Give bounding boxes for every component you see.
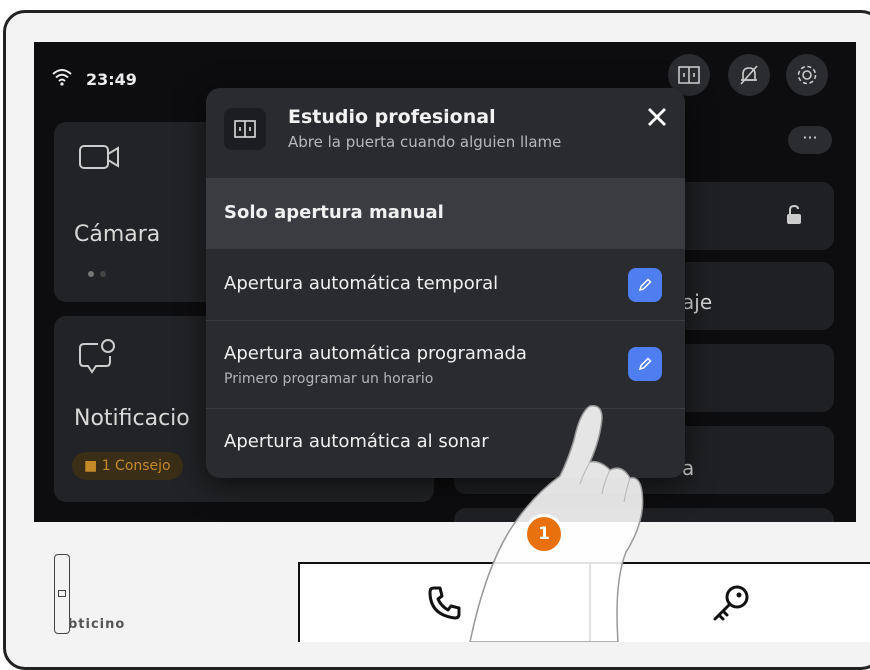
brand-logo: bticino <box>68 617 126 632</box>
step-number-badge: 1 <box>527 517 561 551</box>
sensor-indicator <box>58 590 66 597</box>
option-label: Apertura automática temporal <box>224 273 499 294</box>
edit-scheduled-button[interactable] <box>628 347 662 381</box>
pencil-icon <box>638 357 652 371</box>
right-card-2-label: aje <box>682 290 713 314</box>
option-scheduled[interactable]: Apertura automática programada Primero p… <box>206 320 685 408</box>
mute-bell-button[interactable] <box>728 54 770 96</box>
close-icon[interactable] <box>644 104 670 130</box>
camera-pager <box>88 262 112 281</box>
settings-button[interactable] <box>786 54 828 96</box>
unlock-icon <box>787 204 801 224</box>
option-sublabel: Primero programar un horario <box>224 371 434 387</box>
notifications-badge: ■ 1 Consejo <box>72 452 183 480</box>
bell-off-icon <box>740 65 758 85</box>
pencil-icon <box>638 278 652 292</box>
more-options-button[interactable]: ··· <box>788 126 832 154</box>
notifications-label: Notificacio <box>74 406 190 431</box>
gear-icon <box>797 65 817 85</box>
option-label: Solo apertura manual <box>224 202 444 223</box>
camera-label: Cámara <box>74 222 161 247</box>
camera-icon <box>79 145 119 169</box>
notification-bubble-icon <box>79 339 115 374</box>
key-icon <box>713 585 748 621</box>
wifi-icon <box>52 69 72 86</box>
option-temporary[interactable]: Apertura automática temporal <box>206 248 685 320</box>
option-label: Apertura automática programada <box>224 343 527 364</box>
dialog-header: Estudio profesional Abre la puerta cuand… <box>206 88 685 178</box>
notifications-badge-text: 1 Consejo <box>101 458 171 474</box>
dialog-title: Estudio profesional <box>288 106 496 128</box>
tip-icon: ■ <box>84 458 102 474</box>
door-icon <box>678 66 700 84</box>
dialog-door-icon <box>224 108 266 150</box>
edit-temporary-button[interactable] <box>628 268 662 302</box>
clock-time: 23:49 <box>86 70 137 89</box>
dialog-subtitle: Abre la puerta cuando alguien llame <box>288 133 562 151</box>
door-icon <box>234 120 256 138</box>
option-manual[interactable]: Solo apertura manual <box>206 178 685 248</box>
